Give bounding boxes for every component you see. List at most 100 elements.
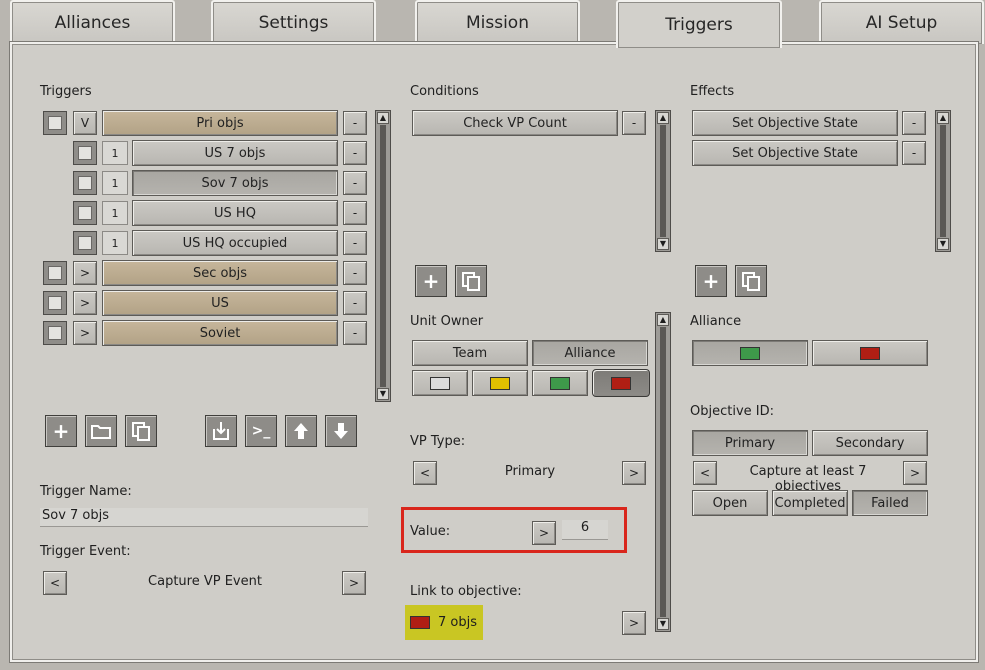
scroll-down-arrow-icon[interactable]: ▼: [657, 618, 669, 630]
copy-icon[interactable]: [125, 415, 157, 447]
trigger-remove-button[interactable]: -: [343, 231, 367, 255]
effect-item[interactable]: Set Objective State: [692, 110, 898, 136]
condition-item[interactable]: Check VP Count: [412, 110, 618, 136]
tab-settings[interactable]: Settings: [211, 0, 376, 44]
add-icon[interactable]: +: [695, 265, 727, 297]
objective-prev-button[interactable]: <: [693, 461, 717, 485]
trigger-count: 1: [102, 171, 128, 195]
effects-scrollbar[interactable]: ▲ ▼: [935, 110, 951, 252]
unit-owner-scrollbar[interactable]: ▲ ▼: [655, 312, 671, 632]
tab-ai-setup[interactable]: AI Setup: [819, 0, 984, 44]
trigger-event-label: Trigger Event:: [40, 544, 131, 559]
scroll-up-arrow-icon[interactable]: ▲: [657, 112, 669, 124]
trigger-remove-button[interactable]: -: [343, 141, 367, 165]
value-increment-button[interactable]: >: [532, 521, 556, 545]
copy-icon[interactable]: [455, 265, 487, 297]
primary-objective-button[interactable]: Primary: [692, 430, 808, 456]
owner-color-green[interactable]: [532, 370, 588, 396]
add-icon[interactable]: +: [45, 415, 77, 447]
state-open-button[interactable]: Open: [692, 490, 768, 516]
condition-remove-button[interactable]: -: [622, 111, 646, 135]
trigger-event-prev-button[interactable]: <: [43, 571, 67, 595]
tab-mission[interactable]: Mission: [415, 0, 580, 44]
objective-next-button[interactable]: >: [903, 461, 927, 485]
trigger-item[interactable]: Pri objs: [102, 110, 338, 136]
move-up-icon[interactable]: [285, 415, 317, 447]
trigger-item[interactable]: US: [102, 290, 338, 316]
trigger-checkbox[interactable]: [73, 201, 97, 225]
trigger-remove-button[interactable]: -: [343, 261, 367, 285]
trigger-remove-button[interactable]: -: [343, 171, 367, 195]
effect-remove-button[interactable]: -: [902, 111, 926, 135]
owner-color-red[interactable]: [592, 369, 650, 397]
scroll-track[interactable]: [940, 125, 946, 237]
add-icon[interactable]: +: [415, 265, 447, 297]
scroll-track[interactable]: [660, 327, 666, 617]
trigger-checkbox[interactable]: [73, 231, 97, 255]
alliance-color-green[interactable]: [692, 340, 808, 366]
trigger-item-selected[interactable]: Sov 7 objs: [132, 170, 338, 196]
move-down-icon[interactable]: [325, 415, 357, 447]
trigger-checkbox[interactable]: [73, 141, 97, 165]
scroll-track[interactable]: [660, 125, 666, 237]
team-button[interactable]: Team: [412, 340, 528, 366]
state-completed-button[interactable]: Completed: [772, 490, 848, 516]
folder-icon[interactable]: [85, 415, 117, 447]
trigger-checkbox[interactable]: [43, 261, 67, 285]
scroll-up-arrow-icon[interactable]: ▲: [937, 112, 949, 124]
scroll-down-arrow-icon[interactable]: ▼: [657, 238, 669, 250]
trigger-expand-button[interactable]: >: [73, 321, 97, 345]
vp-type-prev-button[interactable]: <: [413, 461, 437, 485]
scroll-down-arrow-icon[interactable]: ▼: [937, 238, 949, 250]
owner-color-yellow[interactable]: [472, 370, 528, 396]
tab-alliances[interactable]: Alliances: [10, 0, 175, 44]
console-icon[interactable]: >_: [245, 415, 277, 447]
trigger-expand-button[interactable]: V: [73, 111, 97, 135]
vp-type-next-button[interactable]: >: [622, 461, 646, 485]
trigger-remove-button[interactable]: -: [343, 201, 367, 225]
trigger-remove-button[interactable]: -: [343, 111, 367, 135]
trigger-name-input[interactable]: Sov 7 objs: [40, 508, 368, 527]
trigger-checkbox[interactable]: [43, 111, 67, 135]
triggers-scrollbar[interactable]: ▲ ▼: [375, 110, 391, 402]
trigger-item[interactable]: US HQ occupied: [132, 230, 338, 256]
color-swatch: [410, 616, 430, 629]
trigger-remove-button[interactable]: -: [343, 321, 367, 345]
conditions-scrollbar[interactable]: ▲ ▼: [655, 110, 671, 252]
trigger-item[interactable]: Sec objs: [102, 260, 338, 286]
scroll-up-arrow-icon[interactable]: ▲: [657, 314, 669, 326]
copy-icon[interactable]: [735, 265, 767, 297]
import-icon[interactable]: [205, 415, 237, 447]
trigger-item[interactable]: Soviet: [102, 320, 338, 346]
trigger-checkbox[interactable]: [43, 291, 67, 315]
link-objective-box[interactable]: 7 objs: [405, 605, 483, 640]
objective-id-label: Objective ID:: [690, 404, 774, 419]
effects-header: Effects: [690, 84, 735, 99]
tab-triggers[interactable]: Triggers: [616, 0, 782, 48]
effect-remove-button[interactable]: -: [902, 141, 926, 165]
vp-type-value: Primary: [504, 464, 556, 479]
alliance-color-red[interactable]: [812, 340, 928, 366]
link-objective-next-button[interactable]: >: [622, 611, 646, 635]
trigger-expand-button[interactable]: >: [73, 261, 97, 285]
trigger-item[interactable]: US 7 objs: [132, 140, 338, 166]
scroll-up-arrow-icon[interactable]: ▲: [377, 112, 389, 124]
trigger-expand-button[interactable]: >: [73, 291, 97, 315]
trigger-item[interactable]: US HQ: [132, 200, 338, 226]
scroll-track[interactable]: [380, 125, 386, 387]
triggers-header: Triggers: [40, 84, 92, 99]
trigger-event-next-button[interactable]: >: [342, 571, 366, 595]
unit-owner-label: Unit Owner: [410, 314, 484, 329]
state-failed-button[interactable]: Failed: [852, 490, 928, 516]
trigger-name-label: Trigger Name:: [40, 484, 132, 499]
alliance-label: Alliance: [690, 314, 742, 329]
scroll-down-arrow-icon[interactable]: ▼: [377, 388, 389, 400]
effect-item[interactable]: Set Objective State: [692, 140, 898, 166]
trigger-checkbox[interactable]: [43, 321, 67, 345]
trigger-remove-button[interactable]: -: [343, 291, 367, 315]
value-input[interactable]: 6: [562, 520, 608, 540]
owner-color-white[interactable]: [412, 370, 468, 396]
trigger-checkbox[interactable]: [73, 171, 97, 195]
secondary-objective-button[interactable]: Secondary: [812, 430, 928, 456]
alliance-button[interactable]: Alliance: [532, 340, 648, 366]
